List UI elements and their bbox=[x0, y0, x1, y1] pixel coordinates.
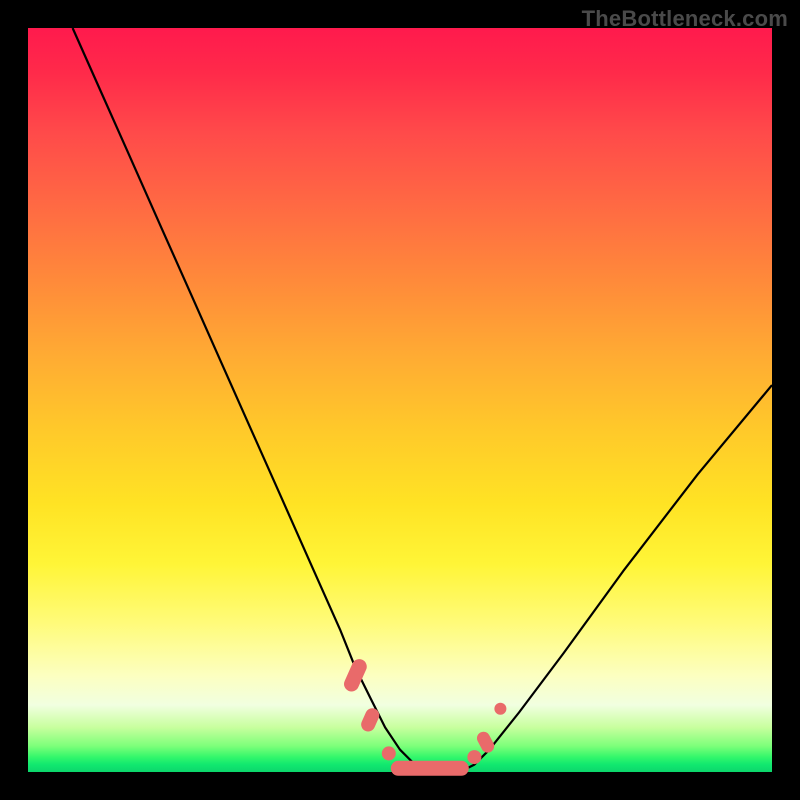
bottleneck-curve bbox=[73, 28, 772, 772]
marker-bead bbox=[359, 706, 382, 734]
curve-layer bbox=[28, 28, 772, 772]
marker-dot bbox=[382, 746, 396, 760]
plot-area bbox=[28, 28, 772, 772]
marker-dot bbox=[467, 750, 481, 764]
marker-dot bbox=[494, 703, 506, 715]
chart-frame: TheBottleneck.com bbox=[0, 0, 800, 800]
marker-bead bbox=[391, 761, 469, 776]
